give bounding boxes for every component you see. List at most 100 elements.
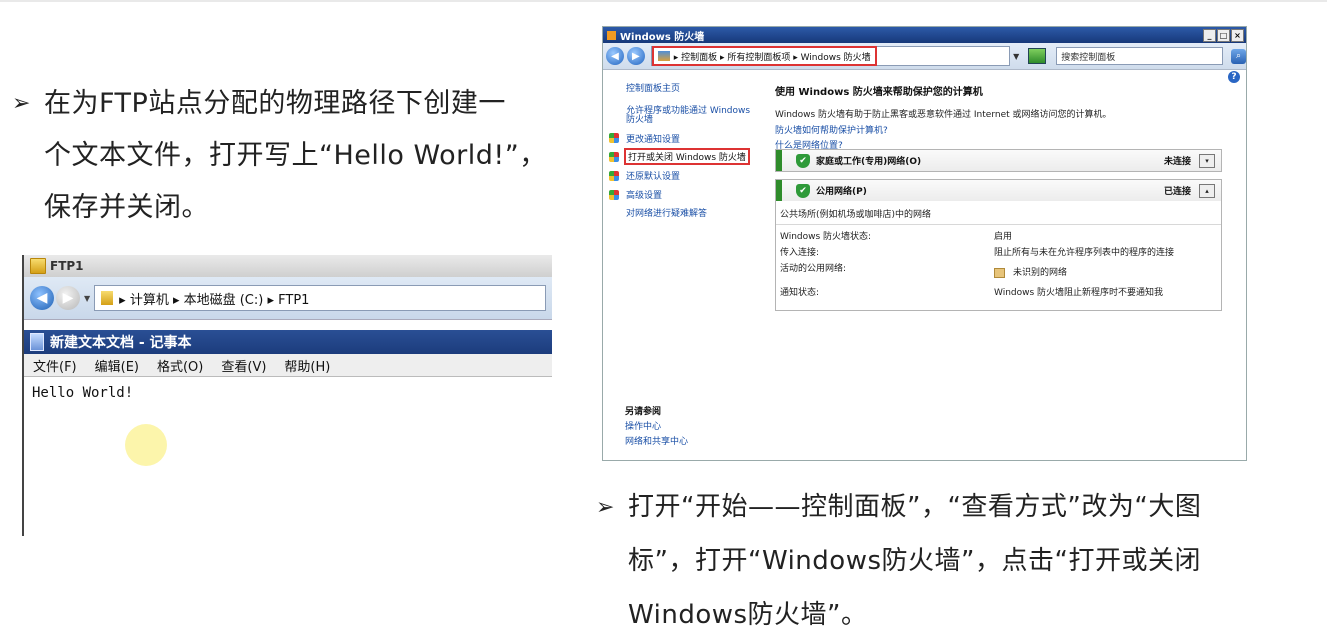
forward-arrow-icon[interactable]: ▶: [56, 286, 80, 310]
explorer-breadcrumb: ▸ 计算机 ▸ 本地磁盘 (C:) ▸ FTP1: [119, 292, 310, 308]
folder-icon: [30, 258, 46, 274]
menu-edit[interactable]: 编辑(E): [95, 356, 139, 375]
public-network-status: 已连接: [1163, 187, 1191, 197]
detail-row: 通知状态: Windows 防火墙阻止新程序时不要通知我: [776, 285, 1221, 301]
notepad-title: 新建文本文档 - 记事本: [50, 335, 192, 351]
address-highlight: ▸ 控制面板 ▸ 所有控制面板项 ▸ Windows 防火墙: [651, 46, 877, 66]
maximize-button[interactable]: □: [1217, 29, 1230, 42]
windows-shield-icon: [609, 152, 619, 162]
firewall-window-title: Windows 防火墙: [620, 31, 705, 43]
instruction-line-1: 打开“开始——控制面板”，“查看方式”改为“大图: [628, 492, 1202, 522]
detail-value: 阻止所有与未在允许程序列表中的程序的连接: [994, 248, 1175, 258]
detail-key: Windows 防火墙状态:: [780, 232, 872, 242]
explorer-titlebar: FTP1: [24, 255, 552, 277]
nav-toggle-firewall[interactable]: 打开或关闭 Windows 防火墙: [624, 148, 750, 165]
help-icon[interactable]: ?: [1228, 71, 1240, 83]
detail-value: Windows 防火墙阻止新程序时不要通知我: [994, 288, 1164, 298]
explorer-address-input[interactable]: ▸ 计算机 ▸ 本地磁盘 (C:) ▸ FTP1: [94, 285, 546, 311]
menu-format[interactable]: 格式(O): [157, 356, 203, 375]
private-network-header[interactable]: ✔ 家庭或工作(专用)网络(O) 未连接 ▾: [776, 150, 1221, 171]
firewall-main-panel: 使用 Windows 防火墙来帮助保护您的计算机 Windows 防火墙有助于防…: [775, 83, 1225, 311]
public-network-name: 公用网络(P): [816, 187, 867, 197]
nav-allow-programs[interactable]: 允许程序或功能通过 Windows 防火墙: [626, 107, 754, 125]
explorer-screenshot: FTP1 ◀ ▶ ▼ ▸ 计算机 ▸ 本地磁盘 (C:) ▸ FTP1 新建文本…: [22, 255, 552, 536]
refresh-icon[interactable]: [1028, 48, 1047, 64]
instruction-line-1: 在为FTP站点分配的物理路径下创建一: [44, 88, 506, 119]
green-shield-check-icon: ✔: [796, 153, 810, 168]
link-action-center[interactable]: 操作中心: [625, 419, 661, 432]
cursor-highlight: [125, 424, 167, 466]
firewall-toolbar: ◀ ▶ ▸ 控制面板 ▸ 所有控制面板项 ▸ Windows 防火墙 ▼ 搜索控…: [603, 43, 1246, 70]
notepad-icon: [30, 333, 44, 351]
private-network-name: 家庭或工作(专用)网络(O): [816, 157, 922, 167]
public-network-desc: 公共场所(例如机场或咖啡店)中的网络: [780, 210, 932, 220]
history-dropdown-icon[interactable]: ▼: [84, 294, 90, 303]
nav-advanced-settings[interactable]: 高级设置: [626, 188, 662, 201]
instruction-line-2: 标”，打开“Windows防火墙”，点击“打开或关闭: [628, 546, 1201, 576]
close-button[interactable]: ×: [1231, 29, 1244, 42]
forward-arrow-icon[interactable]: ▶: [626, 47, 645, 65]
back-arrow-icon[interactable]: ◀: [606, 47, 624, 65]
main-description: Windows 防火墙有助于防止黑客或恶意软件通过 Internet 或网络访问…: [775, 110, 1112, 120]
bullet-arrow-icon: ➢: [596, 495, 615, 520]
detail-row: 活动的公用网络: 未识别的网络: [776, 261, 1221, 285]
menu-file[interactable]: 文件(F): [33, 356, 77, 375]
control-panel-icon: [657, 51, 670, 61]
firewall-titlebar: Windows 防火墙 _ □ ×: [603, 27, 1246, 43]
windows-shield-icon: [609, 133, 619, 143]
see-also-heading: 另请参阅: [625, 407, 662, 417]
back-arrow-icon[interactable]: ◀: [30, 286, 54, 310]
expand-chevron-icon[interactable]: ▾: [1199, 153, 1215, 168]
instruction-line-3: 保存并关闭。: [44, 192, 209, 223]
detail-value: 启用: [994, 232, 1013, 242]
address-dropdown-icon[interactable]: ▼: [1013, 52, 1019, 61]
explorer-address-bar: ◀ ▶ ▼ ▸ 计算机 ▸ 本地磁盘 (C:) ▸ FTP1: [24, 277, 552, 320]
private-network-status: 未连接: [1163, 157, 1191, 167]
public-network-section: ✔ 公用网络(P) 已连接 ▴ 公共场所(例如机场或咖啡店)中的网络 Windo…: [775, 179, 1222, 311]
main-heading: 使用 Windows 防火墙来帮助保护您的计算机: [775, 87, 983, 98]
green-shield-check-icon: ✔: [796, 183, 810, 198]
link-network-sharing-center[interactable]: 网络和共享中心: [625, 434, 688, 447]
bullet-arrow-icon: ➢: [12, 91, 31, 116]
search-input[interactable]: 搜索控制面板: [1056, 47, 1224, 65]
menu-view[interactable]: 查看(V): [221, 356, 266, 375]
windows-shield-icon: [609, 190, 619, 200]
instruction-right: ➢ 打开“开始——控制面板”，“查看方式”改为“大图 标”，打开“Windows…: [596, 480, 1296, 642]
nav-restore-defaults[interactable]: 还原默认设置: [626, 169, 680, 182]
folder-icon: [101, 291, 114, 305]
firewall-breadcrumb: ▸ 控制面板 ▸ 所有控制面板项 ▸ Windows 防火墙: [673, 52, 871, 63]
firewall-window: Windows 防火墙 _ □ × ◀ ▶ ▸ 控制面板 ▸ 所有控制面板项 ▸…: [602, 26, 1247, 461]
nav-troubleshoot[interactable]: 对网络进行疑难解答: [626, 206, 707, 219]
notepad-menubar: 文件(F) 编辑(E) 格式(O) 查看(V) 帮助(H): [24, 354, 552, 377]
instruction-line-2: 个文本文件，打开写上“Hello World!”，: [44, 140, 547, 171]
public-network-header[interactable]: ✔ 公用网络(P) 已连接 ▴: [776, 180, 1221, 201]
explorer-title: FTP1: [50, 259, 84, 273]
notepad-text-area[interactable]: Hello World!: [24, 377, 552, 409]
windows-shield-icon: [609, 171, 619, 181]
instruction-line-3: Windows防火墙”。: [628, 600, 868, 630]
private-network-section: ✔ 家庭或工作(专用)网络(O) 未连接 ▾: [775, 149, 1222, 172]
detail-row: Windows 防火墙状态: 启用: [776, 229, 1221, 245]
search-icon[interactable]: ⌕: [1231, 48, 1246, 64]
detail-key: 活动的公用网络:: [780, 264, 847, 274]
link-how-firewall-helps[interactable]: 防火墙如何帮助保护计算机?: [775, 123, 1225, 136]
public-network-details: 公共场所(例如机场或咖啡店)中的网络 Windows 防火墙状态: 启用 传入连…: [776, 201, 1221, 301]
divider: [776, 224, 1221, 225]
detail-value: 未识别的网络: [1013, 268, 1068, 278]
minimize-button[interactable]: _: [1203, 29, 1216, 42]
nav-change-notifications[interactable]: 更改通知设置: [626, 132, 680, 145]
nav-control-panel-home[interactable]: 控制面板主页: [626, 81, 680, 94]
window-controls: _ □ ×: [1202, 29, 1244, 42]
detail-value-wrap: 未识别的网络: [994, 265, 1067, 278]
firewall-app-icon: [607, 30, 616, 40]
detail-key: 传入连接:: [780, 248, 820, 258]
firewall-address-bar[interactable]: ▸ 控制面板 ▸ 所有控制面板项 ▸ Windows 防火墙 ▼: [650, 46, 1019, 66]
network-bench-icon: [994, 267, 1005, 278]
top-divider: [0, 0, 1327, 2]
collapse-chevron-icon[interactable]: ▴: [1199, 183, 1215, 198]
detail-key: 通知状态:: [780, 288, 820, 298]
firewall-left-nav: 控制面板主页 允许程序或功能通过 Windows 防火墙 更改通知设置 打开或关…: [603, 71, 763, 460]
instruction-left: ➢ 在为FTP站点分配的物理路径下创建一 个文本文件，打开写上“Hello Wo…: [12, 78, 572, 234]
menu-help[interactable]: 帮助(H): [284, 356, 330, 375]
detail-row: 传入连接: 阻止所有与未在允许程序列表中的程序的连接: [776, 245, 1221, 261]
